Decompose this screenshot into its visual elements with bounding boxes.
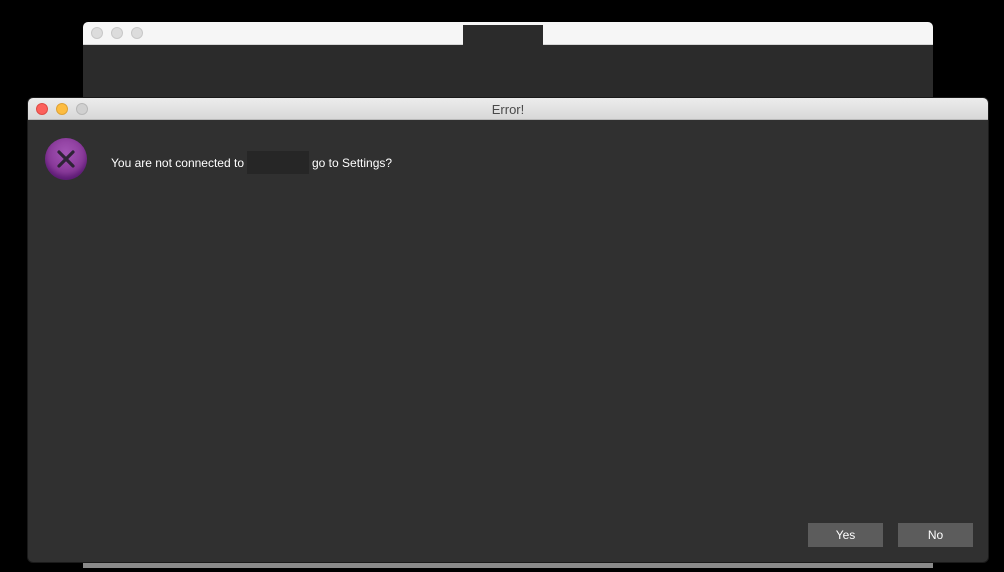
dialog-title: Error! xyxy=(491,102,525,117)
no-button[interactable]: No xyxy=(898,523,973,547)
background-window-bottom-edge xyxy=(83,562,933,568)
background-minimize-button[interactable] xyxy=(111,27,123,39)
message-prefix: You are not connected to xyxy=(111,155,244,170)
background-window-titlebar xyxy=(83,22,933,45)
dialog-titlebar: Error! xyxy=(28,98,988,120)
message-suffix: go to Settings? xyxy=(312,155,393,170)
background-window-tab xyxy=(463,25,543,45)
background-zoom-button[interactable] xyxy=(131,27,143,39)
redacted-network-name xyxy=(247,151,309,174)
yes-button[interactable]: Yes xyxy=(808,523,883,547)
dialog-message: You are not connected to go to Settings? xyxy=(111,151,392,174)
error-dialog: Error! You are not connected to go to Se… xyxy=(28,98,988,562)
background-close-button[interactable] xyxy=(91,27,103,39)
error-x-icon xyxy=(45,138,87,180)
